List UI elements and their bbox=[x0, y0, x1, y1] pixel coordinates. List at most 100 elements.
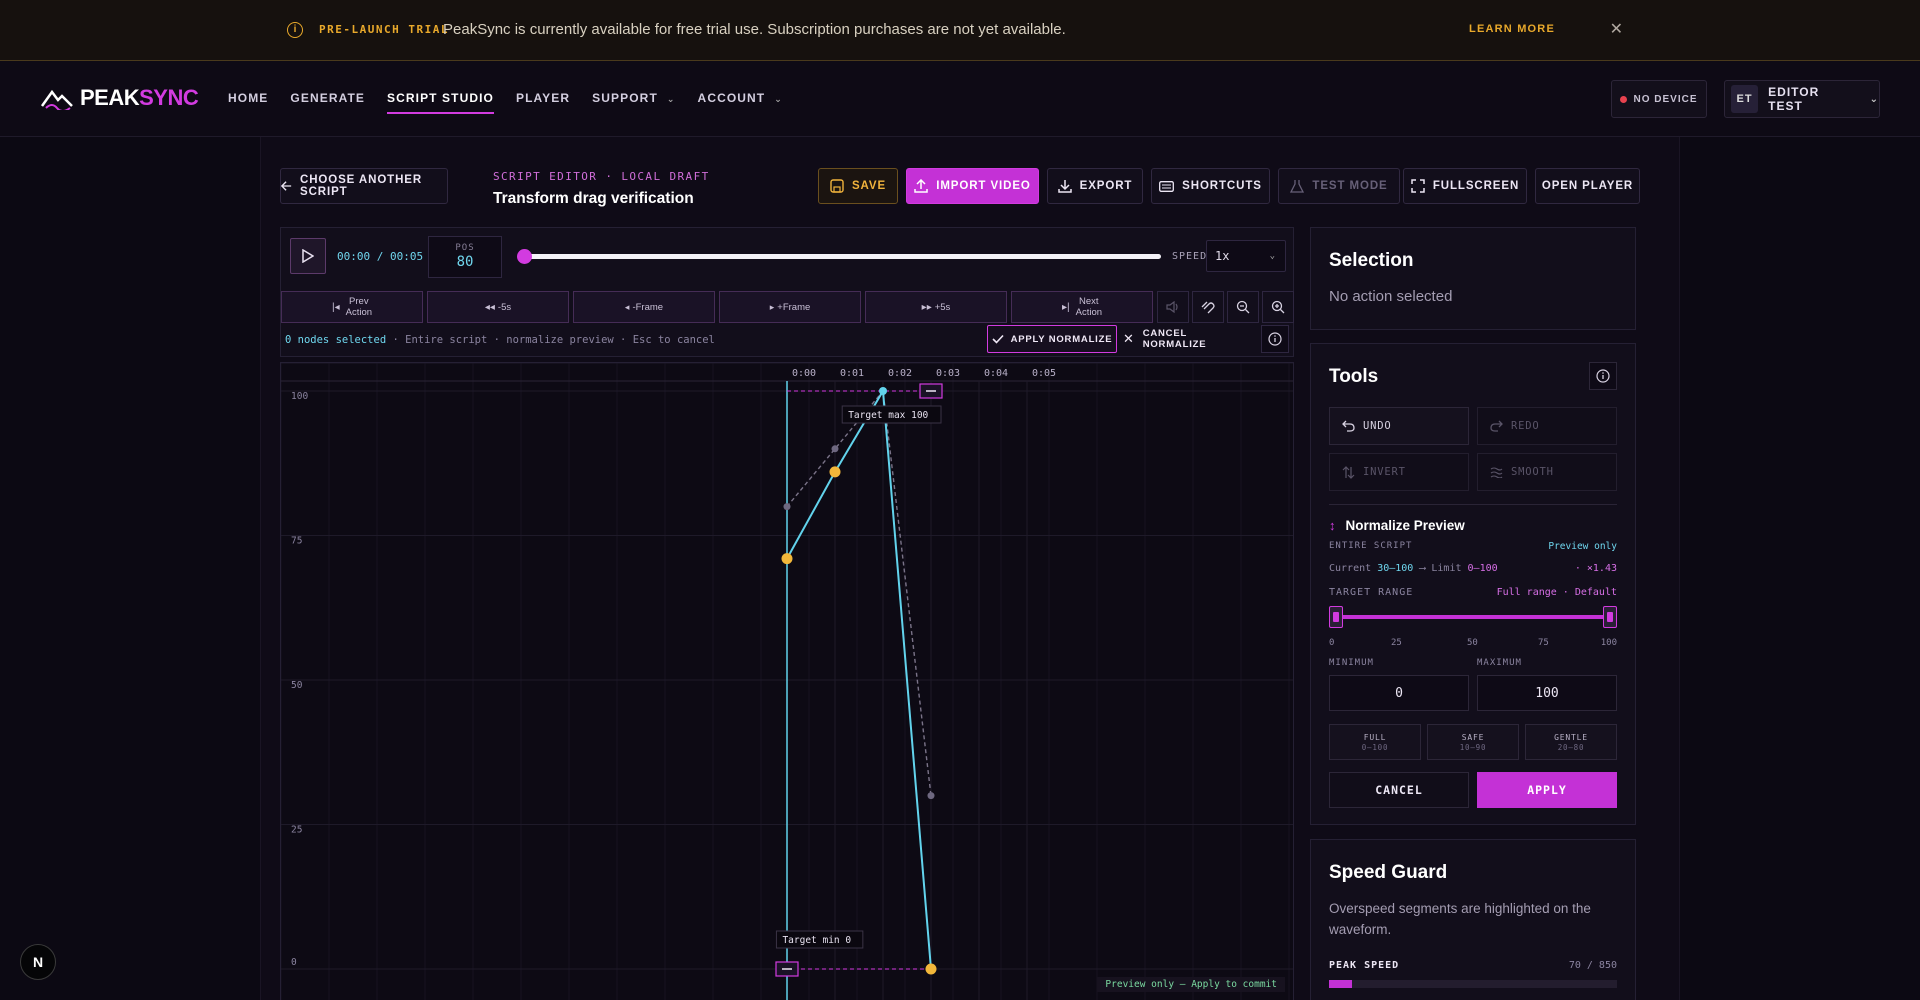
learn-more-link[interactable]: LEARN MORE bbox=[1469, 23, 1555, 35]
redo-label: REDO bbox=[1511, 420, 1540, 432]
smooth-button[interactable]: SMOOTH bbox=[1477, 453, 1617, 491]
open-player-button[interactable]: OPEN PLAYER bbox=[1535, 168, 1640, 204]
device-status-button[interactable]: NO DEVICE bbox=[1611, 80, 1707, 118]
y-tick-label: 50 bbox=[291, 680, 303, 691]
slider-tick: 100 bbox=[1600, 638, 1617, 648]
slider-min-handle[interactable] bbox=[1329, 606, 1343, 628]
cancel-normalize-label: CANCEL NORMALIZE bbox=[1142, 328, 1207, 350]
forward-label: +5s bbox=[934, 301, 951, 313]
next-action-label-1: Next bbox=[1079, 296, 1099, 307]
save-button[interactable]: SAVE bbox=[818, 168, 898, 204]
script-graph-canvas[interactable]: 0:00 0:01 0:02 0:03 0:04 0:05 100 75 50 25 0 Target… bbox=[281, 363, 1293, 1000]
apply-button[interactable]: APPLY bbox=[1477, 772, 1617, 808]
logo[interactable]: PEAKSYNC bbox=[40, 85, 199, 111]
rewind-icon: ◂◂ bbox=[484, 301, 495, 313]
test-mode-button[interactable]: TEST MODE bbox=[1278, 168, 1400, 204]
cancel-normalize-button[interactable]: ✕ CANCEL NORMALIZE bbox=[1123, 325, 1253, 353]
original-node bbox=[783, 503, 791, 511]
invert-button[interactable]: INVERT bbox=[1329, 453, 1469, 491]
close-icon[interactable]: ✕ bbox=[1610, 19, 1623, 39]
timeline-scrubber[interactable] bbox=[517, 249, 1161, 264]
invert-label: INVERT bbox=[1363, 466, 1406, 478]
nav-support[interactable]: SUPPORT ⌄ bbox=[592, 91, 675, 105]
banner-tag: PRE-LAUNCH TRIAL bbox=[319, 22, 449, 36]
export-button[interactable]: EXPORT bbox=[1047, 168, 1143, 204]
zoom-in-button[interactable] bbox=[1262, 291, 1294, 323]
speed-guard-title: Speed Guard bbox=[1329, 862, 1448, 883]
rewind-label: -5s bbox=[497, 301, 512, 313]
redo-icon bbox=[1490, 420, 1503, 432]
nav-player[interactable]: PLAYER bbox=[516, 91, 570, 105]
upload-icon bbox=[914, 179, 928, 193]
next-action-button[interactable]: ▸| Next Action bbox=[1011, 291, 1153, 323]
nav-generate[interactable]: GENERATE bbox=[290, 91, 365, 105]
fullscreen-button[interactable]: FULLSCREEN bbox=[1403, 168, 1527, 204]
avatar: ET bbox=[1731, 85, 1759, 113]
choose-another-script-button[interactable]: CHOOSE ANOTHER SCRIPT bbox=[280, 168, 448, 204]
nav-script-studio[interactable]: SCRIPT STUDIO bbox=[387, 91, 494, 114]
user-menu-button[interactable]: ET EDITOR TEST ⌄ bbox=[1724, 80, 1880, 118]
preset-gentle-button[interactable]: GENTLE 20–80 bbox=[1525, 724, 1617, 760]
selection-title: Selection bbox=[1329, 250, 1414, 271]
grip-icon bbox=[1333, 612, 1339, 622]
preset-full-button[interactable]: FULL 0–100 bbox=[1329, 724, 1421, 760]
volume-icon bbox=[1166, 301, 1178, 313]
target-range-slider[interactable] bbox=[1329, 606, 1617, 628]
keyboard-icon bbox=[1159, 180, 1175, 192]
slider-tick: 75 bbox=[1538, 638, 1549, 648]
play-button[interactable] bbox=[290, 238, 326, 274]
normalize-info-button[interactable] bbox=[1261, 325, 1289, 353]
chevron-down-icon: ⌄ bbox=[1269, 251, 1275, 261]
preview-note-text: Preview only — Apply to commit bbox=[1105, 979, 1277, 990]
slider-track bbox=[1339, 615, 1607, 619]
speed-value: 1x bbox=[1215, 249, 1230, 263]
device-label: NO DEVICE bbox=[1633, 93, 1698, 105]
limit-range: 0–100 bbox=[1467, 563, 1498, 574]
rewind-5s-button[interactable]: ◂◂ -5s bbox=[427, 291, 569, 323]
target-min-label: Target min 0 bbox=[782, 935, 851, 946]
slider-tick: 25 bbox=[1391, 638, 1402, 648]
script-graph[interactable]: 0:00 0:01 0:02 0:03 0:04 0:05 100 75 50 25 0 Target… bbox=[280, 362, 1294, 1000]
preset-range: 0–100 bbox=[1361, 743, 1389, 752]
preview-node bbox=[829, 466, 841, 478]
speed-guard-desc: Overspeed segments are highlighted on th… bbox=[1329, 901, 1591, 937]
speed-select[interactable]: 1x ⌄ bbox=[1206, 240, 1286, 272]
magnet-button[interactable] bbox=[1192, 291, 1224, 323]
preset-safe-button[interactable]: SAFE 10–90 bbox=[1427, 724, 1519, 760]
framework-badge[interactable]: N bbox=[20, 944, 56, 980]
original-node bbox=[831, 445, 839, 453]
maximum-input[interactable]: 100 bbox=[1477, 675, 1617, 711]
smooth-label: SMOOTH bbox=[1511, 466, 1554, 478]
zoom-out-button[interactable] bbox=[1227, 291, 1259, 323]
speed-guard-panel: Speed Guard Overspeed segments are highl… bbox=[1310, 839, 1636, 1000]
prev-frame-button[interactable]: ◂ -Frame bbox=[573, 291, 715, 323]
apply-normalize-button[interactable]: APPLY NORMALIZE bbox=[987, 325, 1117, 353]
redo-button[interactable]: REDO bbox=[1477, 407, 1617, 445]
tools-panel: Tools UNDO REDO INVERT SMOOTH ↕ Normaliz… bbox=[1310, 343, 1636, 825]
target-max-label: Target max 100 bbox=[848, 410, 928, 421]
slider-tick: 50 bbox=[1467, 638, 1478, 648]
time-tick-label: 0:05 bbox=[1032, 368, 1056, 379]
preset-range: 10–90 bbox=[1459, 743, 1487, 752]
arrow-right-icon: ⟶ bbox=[1419, 563, 1432, 574]
nav-home[interactable]: HOME bbox=[228, 91, 268, 105]
next-frame-button[interactable]: ▸ +Frame bbox=[719, 291, 861, 323]
preview-node bbox=[781, 553, 793, 565]
target-range-label: TARGET RANGE bbox=[1329, 587, 1414, 598]
forward-5s-button[interactable]: ▸▸ +5s bbox=[865, 291, 1007, 323]
zoom-in-icon bbox=[1271, 300, 1285, 314]
scrubber-handle[interactable] bbox=[517, 249, 532, 264]
tools-info-button[interactable] bbox=[1589, 362, 1617, 390]
undo-button[interactable]: UNDO bbox=[1329, 407, 1469, 445]
minimum-input[interactable]: 0 bbox=[1329, 675, 1469, 711]
y-tick-label: 0 bbox=[291, 957, 297, 968]
prev-action-button[interactable]: |◂ Prev Action bbox=[281, 291, 423, 323]
nav-account[interactable]: ACCOUNT ⌄ bbox=[698, 91, 783, 105]
slider-max-handle[interactable] bbox=[1603, 606, 1617, 628]
volume-button[interactable] bbox=[1157, 291, 1189, 323]
cancel-button[interactable]: CANCEL bbox=[1329, 772, 1469, 808]
info-icon bbox=[1596, 369, 1610, 383]
import-video-button[interactable]: IMPORT VIDEO bbox=[906, 168, 1039, 204]
shortcuts-button[interactable]: SHORTCUTS bbox=[1151, 168, 1270, 204]
back-label: CHOOSE ANOTHER SCRIPT bbox=[300, 174, 423, 198]
